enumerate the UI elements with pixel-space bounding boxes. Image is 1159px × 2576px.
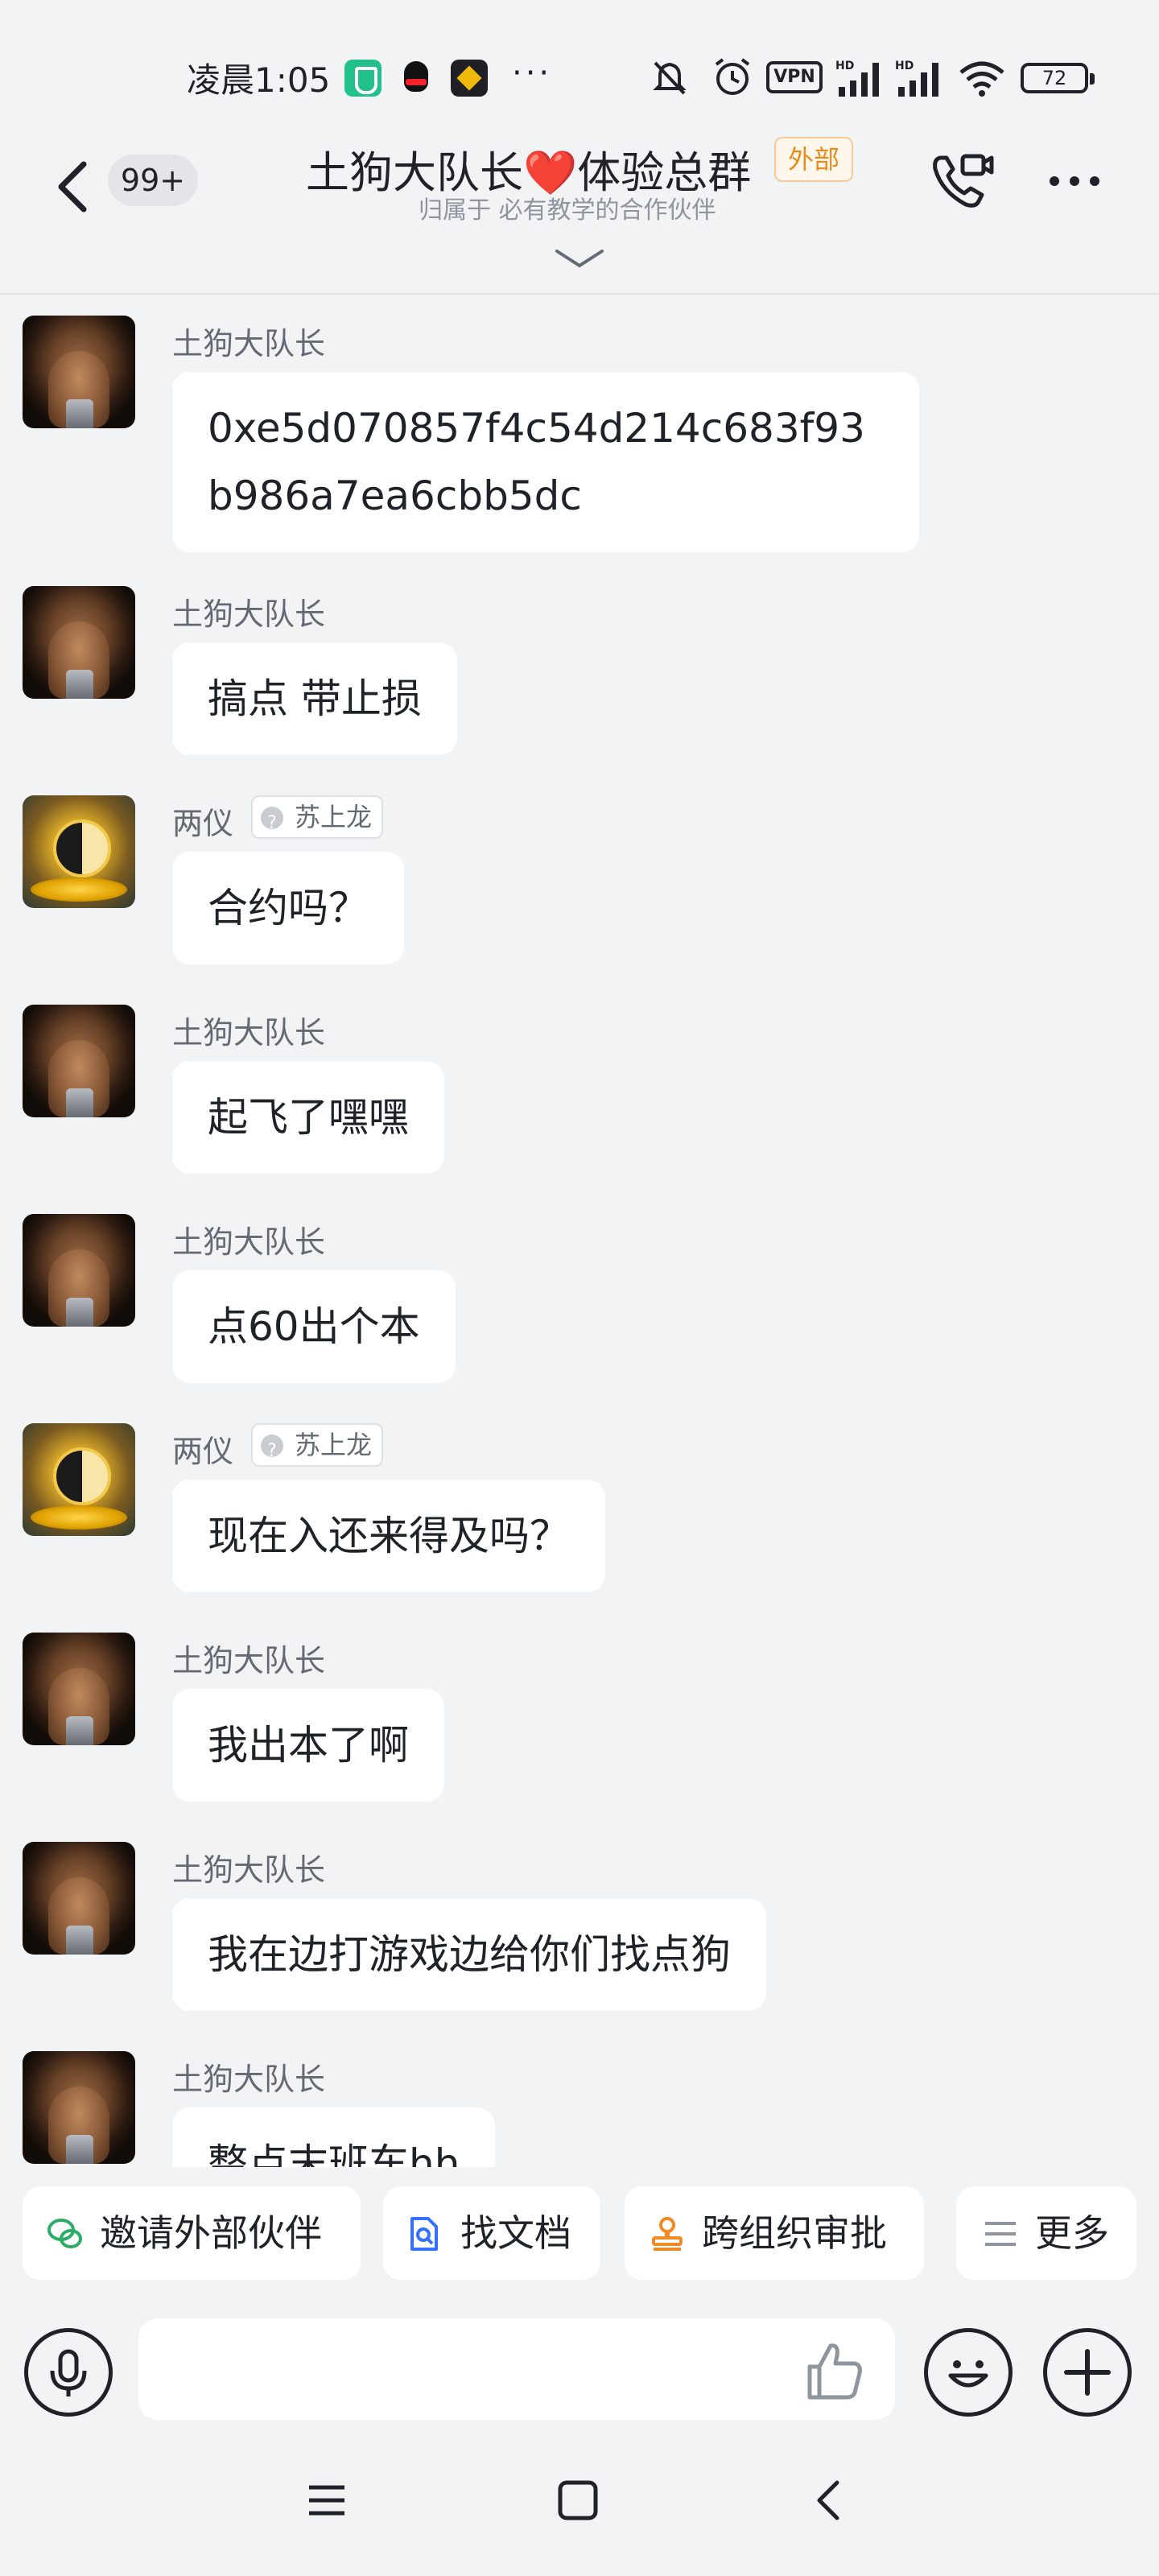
emoji-button[interactable]: [924, 2328, 1013, 2417]
more-options-icon[interactable]: [1038, 145, 1111, 217]
sender-name: 土狗大队长: [172, 1643, 326, 1678]
wifi-icon: [959, 61, 1004, 97]
sender-name: 两仪: [172, 1434, 234, 1469]
phone-video-call-icon[interactable]: [926, 145, 998, 217]
voice-input-button[interactable]: [24, 2328, 113, 2417]
message-list[interactable]: 土狗大队长 0xe5d070857f4c54d214c683f93b986a7e…: [0, 296, 1159, 2167]
org-icon: [261, 803, 283, 844]
warrior-avatar[interactable]: [23, 2051, 135, 2164]
more-notifications-icon: ···: [512, 55, 553, 92]
sender-name: 土狗大队长: [172, 597, 326, 632]
smile-icon: [948, 2360, 988, 2388]
org-tag: 苏上龙: [251, 795, 384, 844]
wechat-icon: [47, 2219, 82, 2248]
mute-icon: [653, 61, 687, 95]
system-nav-bar: [0, 2447, 1159, 2576]
find-docs-button[interactable]: 找文档: [383, 2186, 600, 2280]
org-icon: [261, 1431, 283, 1472]
message-bubble[interactable]: 0xe5d070857f4c54d214c683f93b986a7ea6cbb5…: [172, 372, 919, 552]
svg-text:HD: HD: [835, 60, 854, 72]
quick-actions-bar: 邀请外部伙伴 找文档 跨组织审批 更多: [0, 2186, 1159, 2280]
qq-penguin-icon: [398, 60, 435, 97]
binance-icon: [451, 60, 488, 97]
signal-hd-icon: HD: [835, 60, 879, 97]
chat-subtitle: 归属于 必有教学的合作伙伴: [419, 196, 716, 225]
system-back-icon[interactable]: [805, 2476, 853, 2524]
message-bubble[interactable]: 点60出个本: [172, 1270, 456, 1383]
warrior-avatar[interactable]: [23, 316, 135, 428]
home-icon[interactable]: [555, 2478, 600, 2523]
warrior-avatar[interactable]: [23, 1214, 135, 1327]
org-tag-label: 苏上龙: [295, 1430, 373, 1460]
add-attachment-button[interactable]: [1043, 2328, 1132, 2417]
message-bubble[interactable]: 起飞了嘿嘿: [172, 1061, 444, 1174]
microphone-icon: [50, 2349, 87, 2396]
taiji-avatar[interactable]: [23, 1423, 135, 1536]
sender-name: 土狗大队长: [172, 326, 326, 361]
svg-text:HD: HD: [895, 60, 914, 72]
org-tag: 苏上龙: [251, 1423, 384, 1472]
message-input[interactable]: [138, 2318, 895, 2420]
taiji-avatar[interactable]: [23, 795, 135, 908]
more-actions-button[interactable]: 更多: [956, 2186, 1136, 2280]
find-docs-label: 找文档: [460, 2211, 571, 2255]
message-bubble[interactable]: 整点末班车hh: [172, 2107, 496, 2167]
more-actions-label: 更多: [1035, 2211, 1109, 2255]
cross-org-approval-label: 跨组织审批: [702, 2211, 887, 2255]
invite-partner-button[interactable]: 邀请外部伙伴: [23, 2186, 361, 2280]
security-shield-icon: [344, 60, 382, 97]
cross-org-approval-button[interactable]: 跨组织审批: [625, 2186, 924, 2280]
warrior-avatar[interactable]: [23, 586, 135, 699]
signal-hd-icon-2: HD: [895, 60, 938, 97]
back-button[interactable]: [42, 147, 106, 227]
battery-icon: 72: [1021, 63, 1095, 93]
warrior-avatar[interactable]: [23, 1633, 135, 1745]
sender-name: 土狗大队长: [172, 1852, 326, 1888]
message-bubble[interactable]: 现在入还来得及吗？: [172, 1480, 605, 1592]
message-bubble[interactable]: 合约吗？: [172, 852, 404, 964]
invite-partner-label: 邀请外部伙伴: [100, 2211, 322, 2255]
sender-name: 两仪: [172, 806, 234, 841]
message-bubble[interactable]: 我出本了啊: [172, 1689, 444, 1802]
unread-count-badge[interactable]: 99+: [108, 155, 198, 206]
vpn-icon: VPN: [766, 61, 823, 93]
sender-name: 土狗大队长: [172, 1015, 326, 1051]
doc-search-icon: [410, 2217, 438, 2251]
thumbs-up-icon[interactable]: [800, 2336, 869, 2405]
sender-name: 土狗大队长: [172, 1224, 326, 1260]
status-time: 凌晨1:05: [187, 60, 331, 100]
plus-icon: [1064, 2349, 1111, 2396]
org-tag-label: 苏上龙: [295, 802, 373, 832]
alarm-icon: [715, 58, 750, 95]
approval-stamp-icon: [652, 2217, 683, 2251]
input-bar: [0, 2296, 1159, 2447]
chevron-down-icon[interactable]: [551, 242, 608, 277]
status-bar: 凌晨1:05 ··· VPN HD HD 72: [0, 0, 1159, 121]
warrior-avatar[interactable]: [23, 1842, 135, 1955]
warrior-avatar[interactable]: [23, 1005, 135, 1117]
recent-apps-icon[interactable]: [303, 2476, 351, 2524]
message-bubble[interactable]: 搞点 带止损: [172, 642, 457, 755]
message-bubble[interactable]: 我在边打游戏边给你们找点狗: [172, 1898, 766, 2011]
list-icon: [985, 2222, 1016, 2246]
sender-name: 土狗大队长: [172, 2062, 326, 2097]
external-tag: 外部: [774, 137, 853, 182]
chat-header: 99+ 土狗大队长❤️体验总群 外部 归属于 必有教学的合作伙伴: [0, 121, 1159, 295]
